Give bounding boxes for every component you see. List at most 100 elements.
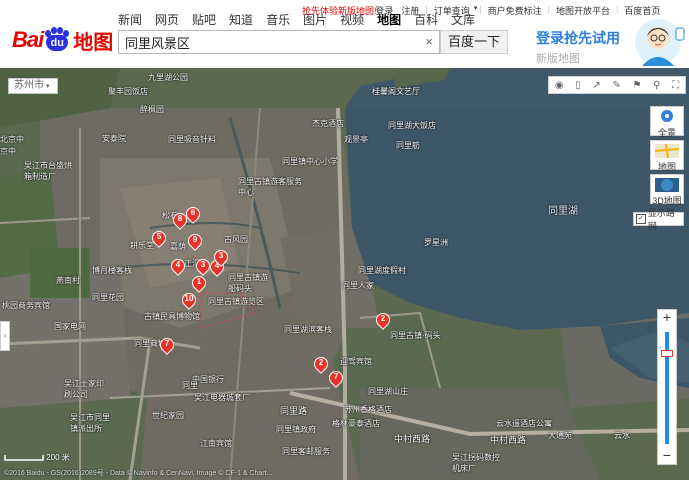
map-label[interactable]: 国家电网 — [54, 321, 86, 332]
zoom-slider-thumb[interactable] — [661, 350, 673, 357]
road-label[interactable]: 中村西路 — [394, 432, 430, 445]
map-label[interactable]: 京中 — [0, 146, 16, 157]
map-label[interactable]: 苏州香格酒店 — [344, 404, 392, 415]
map-label[interactable]: 同里人家 — [342, 280, 374, 291]
map-label[interactable]: 嘉荫 — [170, 241, 186, 252]
new-map-promo[interactable]: 登录抢先试用 新版地图 — [536, 28, 620, 66]
map-label[interactable]: 博月楼客栈 — [92, 265, 132, 276]
result-pin[interactable]: 5 — [149, 228, 169, 249]
map-label[interactable]: 桂馨阁文艺厅 — [372, 86, 420, 97]
map-label[interactable]: 同里 — [182, 380, 198, 391]
map-label[interactable]: 安泰院 — [102, 133, 126, 144]
nav-item-zhidao[interactable]: 知道 — [229, 11, 253, 28]
map-label[interactable]: 吴江市台盛烘箱制造厂 — [24, 160, 74, 182]
map-label[interactable]: 罗星洲 — [424, 237, 448, 248]
result-pin[interactable]: 10 — [179, 290, 199, 311]
result-pin[interactable]: 7 — [326, 368, 346, 389]
map-label[interactable]: 格林豪泰酒店 — [332, 418, 380, 429]
share-icon[interactable]: ↗ — [592, 80, 600, 91]
map-label[interactable]: 云水遥酒店公寓 — [496, 418, 552, 429]
open-platform-link[interactable]: 地图开放平台 — [556, 4, 610, 17]
map-label[interactable]: 同里古镇游览区 — [208, 296, 264, 307]
map-label[interactable]: 同里古镇游船码头 — [228, 272, 268, 294]
fullscreen-icon[interactable]: ⛶ — [672, 80, 679, 91]
map-label[interactable]: 北京中 — [0, 134, 24, 145]
road-label[interactable]: 中村西路 — [490, 433, 526, 446]
logo-text-ditu: 地图 — [73, 31, 114, 54]
map-label[interactable]: 吴江拐码数控机床厂 — [452, 452, 504, 474]
map-label[interactable]: 同里吸音针料 — [168, 134, 216, 145]
chevron-down-icon: ▾ — [44, 83, 50, 90]
result-pin[interactable]: 6 — [183, 204, 203, 225]
merchant-mark-link[interactable]: 商户免费标注 — [488, 4, 542, 17]
side-panel-toggle[interactable]: › — [0, 321, 10, 351]
map-label[interactable]: 吴江士家印刷公司 — [64, 378, 104, 400]
checkbox-checked-icon[interactable]: ✓ — [636, 214, 646, 224]
map-view-button[interactable]: 地图 — [650, 140, 684, 172]
nav-item-tieba[interactable]: 贴吧 — [192, 11, 216, 28]
map-label[interactable]: 古风园 — [224, 234, 248, 245]
result-pin[interactable]: 9 — [185, 231, 205, 252]
zoom-in-button[interactable]: + — [658, 310, 676, 326]
map-label[interactable]: 燕南村 — [56, 275, 80, 286]
nav-item-web[interactable]: 网页 — [155, 11, 179, 28]
map-label[interactable]: 世纪家园 — [152, 410, 184, 421]
location-icon[interactable]: ⚲ — [653, 80, 660, 91]
map-label[interactable]: 醉枫园 — [140, 104, 164, 115]
map-label[interactable]: 同里古镇游客服务中心 — [238, 176, 302, 198]
map-label[interactable]: 九里湖公园 — [148, 72, 188, 83]
map-label[interactable]: 聚丰园饭店 — [108, 86, 148, 97]
baidu-map-logo[interactable]: Bai du 地图 — [12, 26, 113, 54]
map-label[interactable]: 同里镇中心小学 — [282, 156, 338, 167]
map-label[interactable]: 吴江电器城套厂 — [194, 392, 250, 403]
search-button[interactable]: 百度一下 — [440, 30, 508, 54]
nav-item-news[interactable]: 新闻 — [118, 11, 142, 28]
result-pin[interactable]: 2 — [373, 310, 393, 331]
map-label[interactable]: 杰克酒店 — [312, 118, 344, 129]
result-pin[interactable]: 3 — [211, 247, 231, 268]
map-label[interactable]: 同里湖度假村 — [358, 265, 406, 276]
map-label[interactable]: 桃园商务宾馆 — [2, 300, 50, 311]
order-query-link[interactable]: 订单查询 — [434, 4, 470, 17]
zoom-slider-track[interactable] — [665, 332, 669, 444]
result-pin[interactable]: 2 — [311, 354, 331, 375]
search-input[interactable] — [125, 34, 415, 50]
map-label[interactable]: 同里镇政府 — [276, 424, 316, 435]
map-label[interactable]: 同里湖滨客栈 — [284, 324, 332, 335]
map-label[interactable]: 江南宾馆 — [200, 438, 232, 449]
map-label[interactable]: 云水 — [614, 430, 630, 441]
nav-item-music[interactable]: 音乐 — [266, 11, 290, 28]
result-pin[interactable]: 8 — [170, 210, 190, 231]
map-label[interactable]: 吴江市同里镇派出所 — [70, 412, 114, 434]
result-pin[interactable]: 7 — [157, 335, 177, 356]
map-label[interactable]: 同里舫 — [396, 140, 420, 151]
clear-icon[interactable]: × — [425, 34, 433, 49]
ruler-icon[interactable]: ✎ — [612, 80, 620, 91]
map-label[interactable]: 古镇民具博物馆 — [144, 311, 200, 322]
map-label[interactable]: 同里花园 — [92, 292, 124, 303]
map-label[interactable]: 同里湖大饭店 — [388, 120, 436, 131]
traffic-icon[interactable]: ◉ — [555, 80, 564, 91]
map-label[interactable]: 迎驾宾馆 — [340, 356, 372, 367]
result-pin[interactable]: 4 — [168, 256, 188, 277]
zoom-out-button[interactable]: − — [658, 448, 676, 464]
show-road-network-toggle[interactable]: ✓ 显示路网 — [633, 208, 684, 231]
register-link[interactable]: 注册 — [401, 4, 419, 17]
map-label[interactable]: 大通苑 — [548, 430, 572, 441]
city-selector[interactable]: 苏州市 ▾ — [8, 78, 58, 94]
road-label[interactable]: 同里路 — [280, 404, 307, 417]
login-link[interactable]: 登录 — [375, 4, 393, 17]
map-label[interactable]: 同里古镇·码头 — [390, 330, 441, 341]
result-pin[interactable]: 1 — [189, 273, 209, 294]
panorama-button[interactable]: 全景 — [650, 106, 684, 138]
baidu-home-link[interactable]: 百度首页 — [624, 4, 660, 17]
result-pin[interactable]: 3 — [193, 256, 213, 277]
map-label[interactable]: 同里湖山庄 — [368, 386, 408, 397]
map-label[interactable]: 同里湖 — [548, 202, 578, 217]
map-3d-button[interactable]: 3D地图 — [650, 174, 684, 206]
map-label[interactable]: 观景亭 — [344, 134, 368, 145]
subway-icon[interactable]: ▯ — [575, 80, 581, 91]
map-label[interactable]: 耕乐堂 — [130, 240, 154, 251]
map-label[interactable]: 同里客邮服务 — [282, 446, 330, 457]
mark-icon[interactable]: ⚑ — [632, 80, 641, 91]
